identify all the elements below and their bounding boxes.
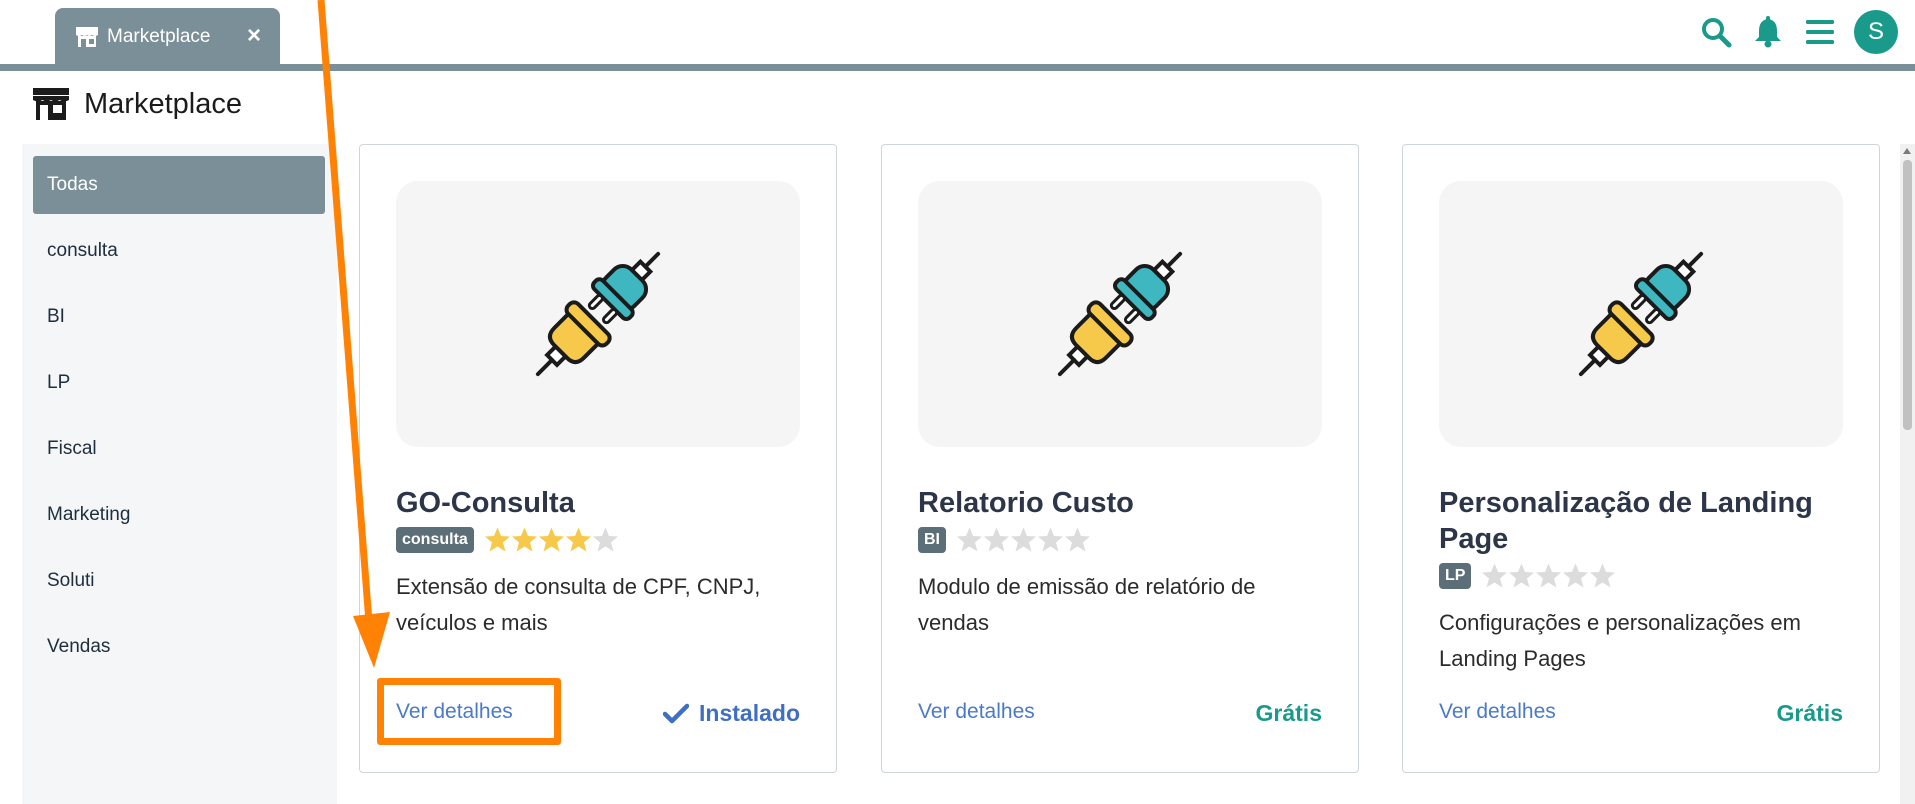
annotation-highlight-box [377, 678, 561, 745]
annotation-arrow [317, 0, 390, 668]
